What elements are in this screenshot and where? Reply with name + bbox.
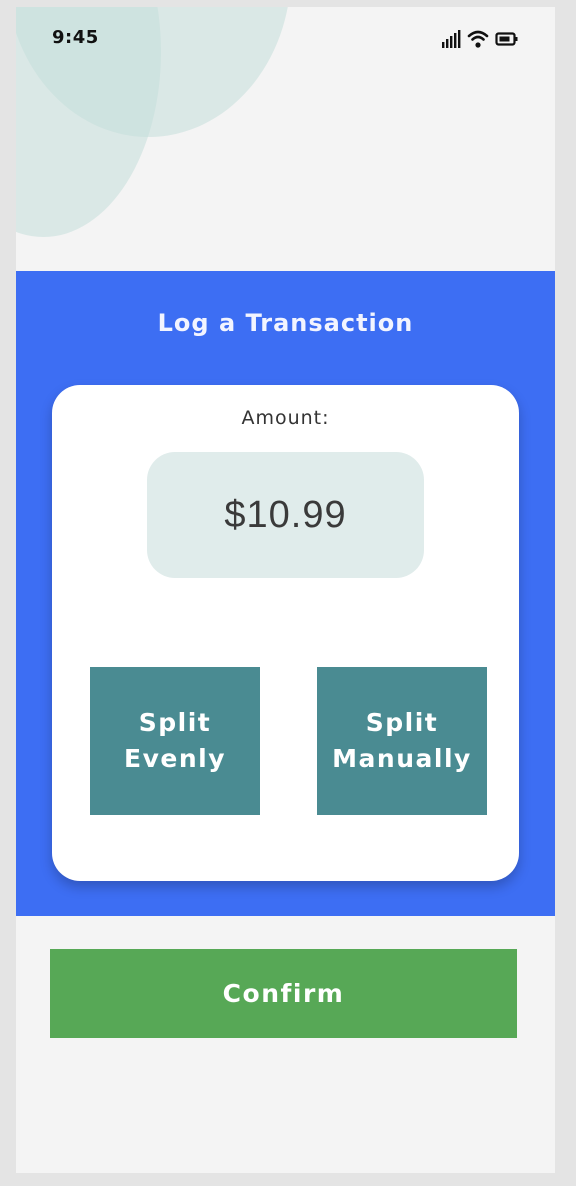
- amount-input[interactable]: $10.99: [147, 452, 424, 578]
- status-icons: [441, 29, 519, 49]
- amount-label: Amount:: [241, 407, 330, 429]
- split-evenly-button[interactable]: Split Evenly: [90, 667, 260, 815]
- cellular-signal-icon: [441, 29, 461, 49]
- amount-card: Amount: $10.99 Split Evenly Split Manual…: [52, 385, 519, 881]
- battery-icon: [495, 31, 519, 47]
- confirm-button[interactable]: Confirm: [50, 949, 517, 1038]
- split-manually-label: Split Manually: [332, 708, 472, 773]
- status-time: 9:45: [52, 27, 99, 48]
- transaction-panel: Log a Transaction Amount: $10.99 Split E…: [16, 271, 555, 916]
- split-evenly-label: Split Evenly: [124, 708, 226, 773]
- confirm-label: Confirm: [222, 979, 345, 1008]
- split-manually-button[interactable]: Split Manually: [317, 667, 487, 815]
- phone-screen: 9:45 Log a Transaction Amount: $10.99 Sp…: [16, 7, 555, 1173]
- page-title: Log a Transaction: [157, 309, 414, 337]
- wifi-icon: [467, 29, 489, 49]
